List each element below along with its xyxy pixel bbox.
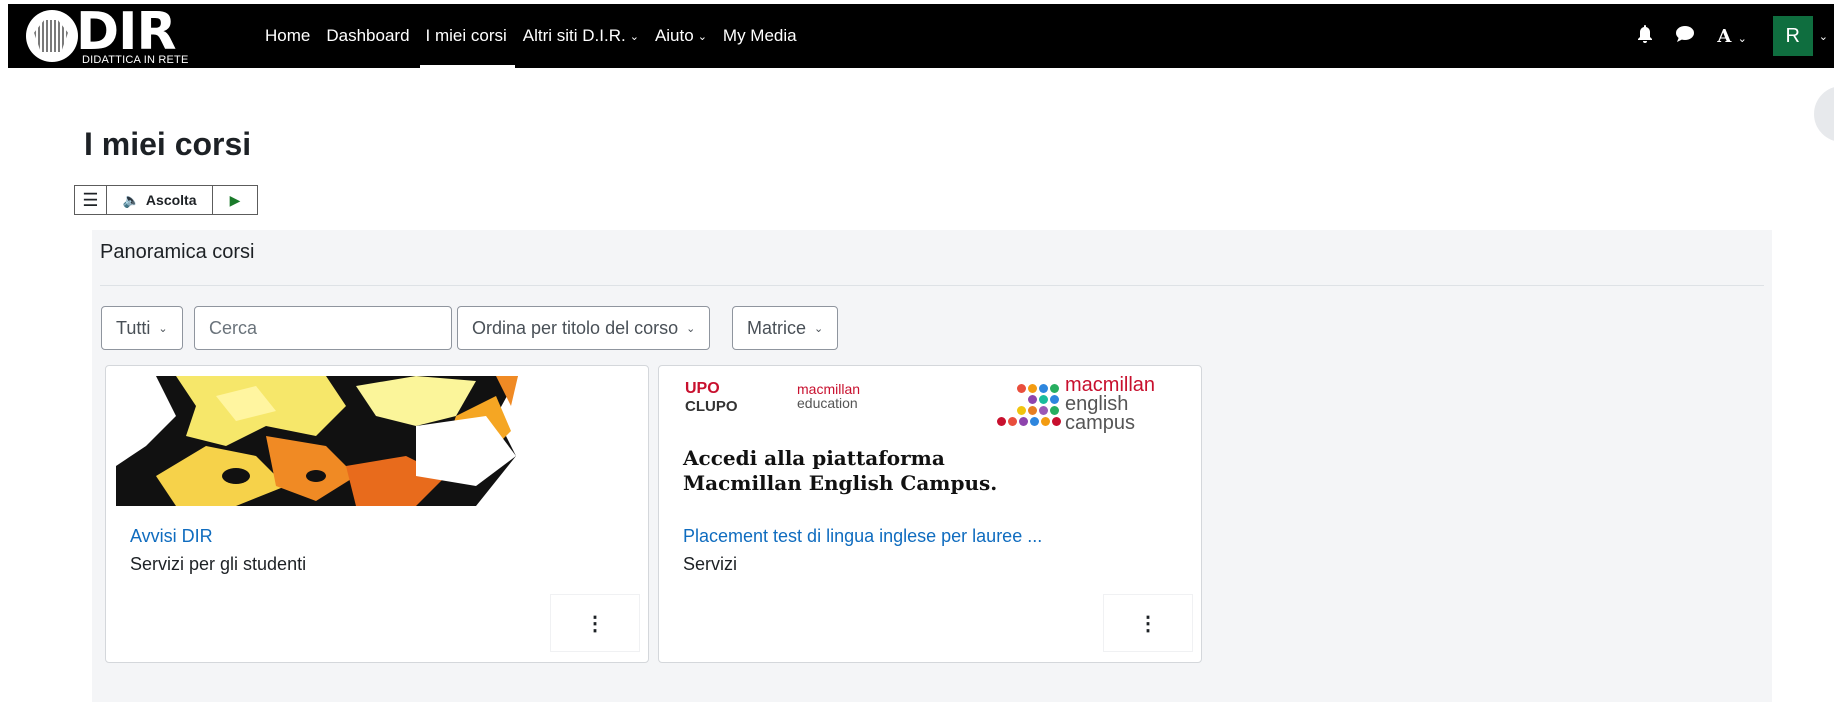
divider: [100, 285, 1764, 286]
course-category: Servizi per gli studenti: [130, 554, 307, 574]
site-logo[interactable]: DIR DIDATTICA IN RETE: [26, 2, 202, 66]
view-mode-dropdown[interactable]: Matrice ⌄: [732, 306, 839, 350]
kebab-menu-icon[interactable]: ⋮: [1103, 594, 1193, 652]
clupo-logo: CLUPO: [685, 398, 738, 415]
chevron-down-icon: ⌄: [1737, 32, 1747, 45]
nav-other-sites[interactable]: Altri siti D.I.R. ⌄: [523, 4, 639, 68]
chevron-down-icon: ⌄: [629, 30, 639, 43]
nav-my-courses[interactable]: I miei corsi: [419, 4, 516, 68]
speaker-icon: 🔈: [122, 191, 140, 208]
chevron-down-icon: ⌄: [158, 322, 168, 335]
top-navbar: DIR DIDATTICA IN RETE Home Dashboard I m…: [8, 2, 1834, 68]
search-input[interactable]: Cerca: [194, 306, 452, 350]
listen-button[interactable]: 🔈 Ascolta: [107, 186, 213, 214]
course-image[interactable]: UPO CLUPO macmillan education macmillan …: [669, 376, 1189, 506]
course-name-link[interactable]: Avvisi DIR: [130, 526, 213, 547]
drawer-toggle-button[interactable]: [1814, 86, 1834, 142]
chevron-down-icon: ⌄: [814, 322, 824, 335]
logo-text: DIR: [76, 2, 177, 62]
grouping-filter-dropdown[interactable]: Tutti ⌄: [101, 306, 183, 350]
nav-help[interactable]: Aiuto ⌄: [655, 4, 707, 68]
course-card: Avvisi DIR Servizi per gli studenti ⋮: [105, 365, 649, 663]
block-title: Panoramica corsi: [100, 241, 255, 263]
sort-dropdown[interactable]: Ordina per titolo del corso ⌄: [457, 306, 711, 350]
course-overview-block: Panoramica corsi Tutti ⌄ Cerca Ordina per…: [92, 230, 1772, 702]
course-name-link[interactable]: Placement test di lingua inglese per lau…: [683, 526, 1042, 547]
banner-headline: Accedi alla piattaforma Macmillan Englis…: [683, 446, 998, 495]
chevron-down-icon: ⌄: [686, 322, 696, 335]
kebab-menu-icon[interactable]: ⋮: [550, 594, 640, 652]
hamburger-icon[interactable]: ☰: [75, 186, 107, 214]
macmillan-dots-icon: [997, 380, 1061, 432]
nav-dashboard[interactable]: Dashboard: [326, 4, 409, 68]
course-card: UPO CLUPO macmillan education macmillan …: [658, 365, 1202, 663]
page-title: I miei corsi: [84, 126, 252, 162]
user-navigation: A ⌄ R ⌄: [1637, 4, 1834, 68]
language-selector[interactable]: A ⌄: [1717, 26, 1746, 47]
macmillan-education-logo: macmillan education: [797, 381, 861, 411]
chevron-down-icon: ⌄: [697, 30, 707, 43]
chevron-down-icon[interactable]: ⌄: [1819, 30, 1828, 43]
play-icon[interactable]: ▶: [213, 186, 257, 214]
logo-seal-icon: [26, 10, 78, 62]
primary-navigation: Home Dashboard I miei corsi Altri siti D…: [265, 4, 813, 68]
bell-icon[interactable]: [1637, 24, 1653, 48]
course-category: Servizi: [683, 554, 738, 574]
upo-logo: UPO: [685, 380, 720, 397]
readspeaker-toolbar: ☰ 🔈 Ascolta ▶: [74, 185, 258, 215]
nav-my-media[interactable]: My Media: [723, 4, 797, 68]
logo-subtext: DIDATTICA IN RETE: [82, 54, 189, 66]
macmillan-english-campus-logo: macmillan english campus: [1065, 376, 1156, 434]
nav-home[interactable]: Home: [265, 4, 310, 68]
course-image[interactable]: [116, 376, 636, 506]
user-avatar[interactable]: R: [1772, 16, 1813, 56]
chat-bubble-icon[interactable]: [1675, 25, 1695, 48]
